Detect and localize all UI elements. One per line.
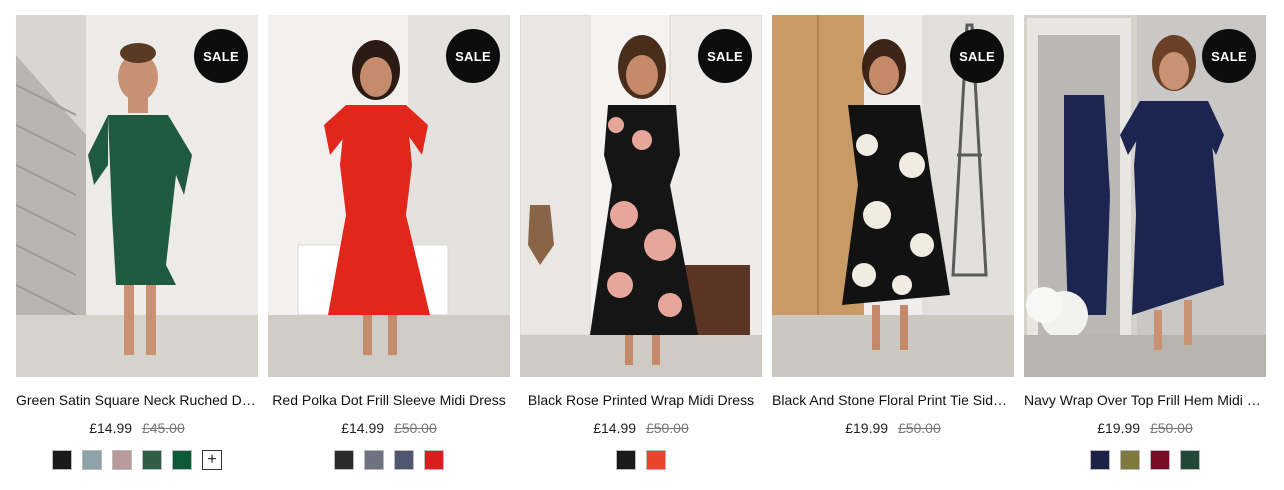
product-name[interactable]: Navy Wrap Over Top Frill Hem Midi Dress	[1024, 391, 1266, 409]
product-grid: SALE Green Satin Square Neck Ruched Dres…	[16, 15, 1268, 485]
current-price: £14.99	[341, 420, 385, 436]
product-price: £14.99 £50.00	[520, 419, 762, 437]
color-swatch[interactable]	[1090, 450, 1110, 470]
product-name[interactable]: Red Polka Dot Frill Sleeve Midi Dress	[268, 391, 510, 409]
color-swatch[interactable]	[364, 450, 384, 470]
color-swatch[interactable]	[112, 450, 132, 470]
product-card[interactable]: SALE Black Rose Printed Wrap Midi Dress …	[520, 15, 762, 485]
product-image[interactable]: SALE	[772, 15, 1014, 377]
color-swatch[interactable]	[82, 450, 102, 470]
color-swatch[interactable]	[142, 450, 162, 470]
product-price: £19.99 £50.00	[772, 419, 1014, 437]
product-card[interactable]: SALE Green Satin Square Neck Ruched Dres…	[16, 15, 258, 485]
product-name[interactable]: Green Satin Square Neck Ruched Dress	[16, 391, 258, 409]
color-swatch[interactable]	[1180, 450, 1200, 470]
product-price: £14.99 £45.00	[16, 419, 258, 437]
sale-badge: SALE	[698, 29, 752, 83]
original-price: £45.00	[141, 420, 185, 436]
product-name[interactable]: Black And Stone Floral Print Tie Side Dr…	[772, 391, 1014, 409]
product-card[interactable]: SALE Navy Wrap Over Top Frill Hem Midi D…	[1024, 15, 1266, 485]
original-price: £50.00	[897, 420, 941, 436]
color-swatches	[520, 450, 762, 470]
product-price: £14.99 £50.00	[268, 419, 510, 437]
color-swatch[interactable]	[424, 450, 444, 470]
sale-badge: SALE	[950, 29, 1004, 83]
current-price: £14.99	[89, 420, 133, 436]
color-swatch[interactable]	[646, 450, 666, 470]
more-colors-button[interactable]: +	[202, 450, 222, 470]
product-card[interactable]: SALE Red Polka Dot Frill Sleeve Midi Dre…	[268, 15, 510, 485]
current-price: £19.99	[845, 420, 889, 436]
color-swatch[interactable]	[334, 450, 354, 470]
product-name[interactable]: Black Rose Printed Wrap Midi Dress	[520, 391, 762, 409]
color-swatches: +	[16, 450, 258, 470]
color-swatch[interactable]	[172, 450, 192, 470]
sale-badge: SALE	[446, 29, 500, 83]
product-image[interactable]: SALE	[1024, 15, 1266, 377]
product-image[interactable]: SALE	[268, 15, 510, 377]
sale-badge: SALE	[194, 29, 248, 83]
original-price: £50.00	[645, 420, 689, 436]
color-swatches	[1024, 450, 1266, 470]
color-swatch[interactable]	[52, 450, 72, 470]
product-image[interactable]: SALE	[16, 15, 258, 377]
original-price: £50.00	[1149, 420, 1193, 436]
color-swatch[interactable]	[616, 450, 636, 470]
color-swatches	[268, 450, 510, 470]
original-price: £50.00	[393, 420, 437, 436]
product-image[interactable]: SALE	[520, 15, 762, 377]
color-swatch[interactable]	[1120, 450, 1140, 470]
current-price: £14.99	[593, 420, 637, 436]
product-price: £19.99 £50.00	[1024, 419, 1266, 437]
color-swatch[interactable]	[1150, 450, 1170, 470]
product-card[interactable]: SALE Black And Stone Floral Print Tie Si…	[772, 15, 1014, 485]
current-price: £19.99	[1097, 420, 1141, 436]
color-swatch[interactable]	[394, 450, 414, 470]
sale-badge: SALE	[1202, 29, 1256, 83]
